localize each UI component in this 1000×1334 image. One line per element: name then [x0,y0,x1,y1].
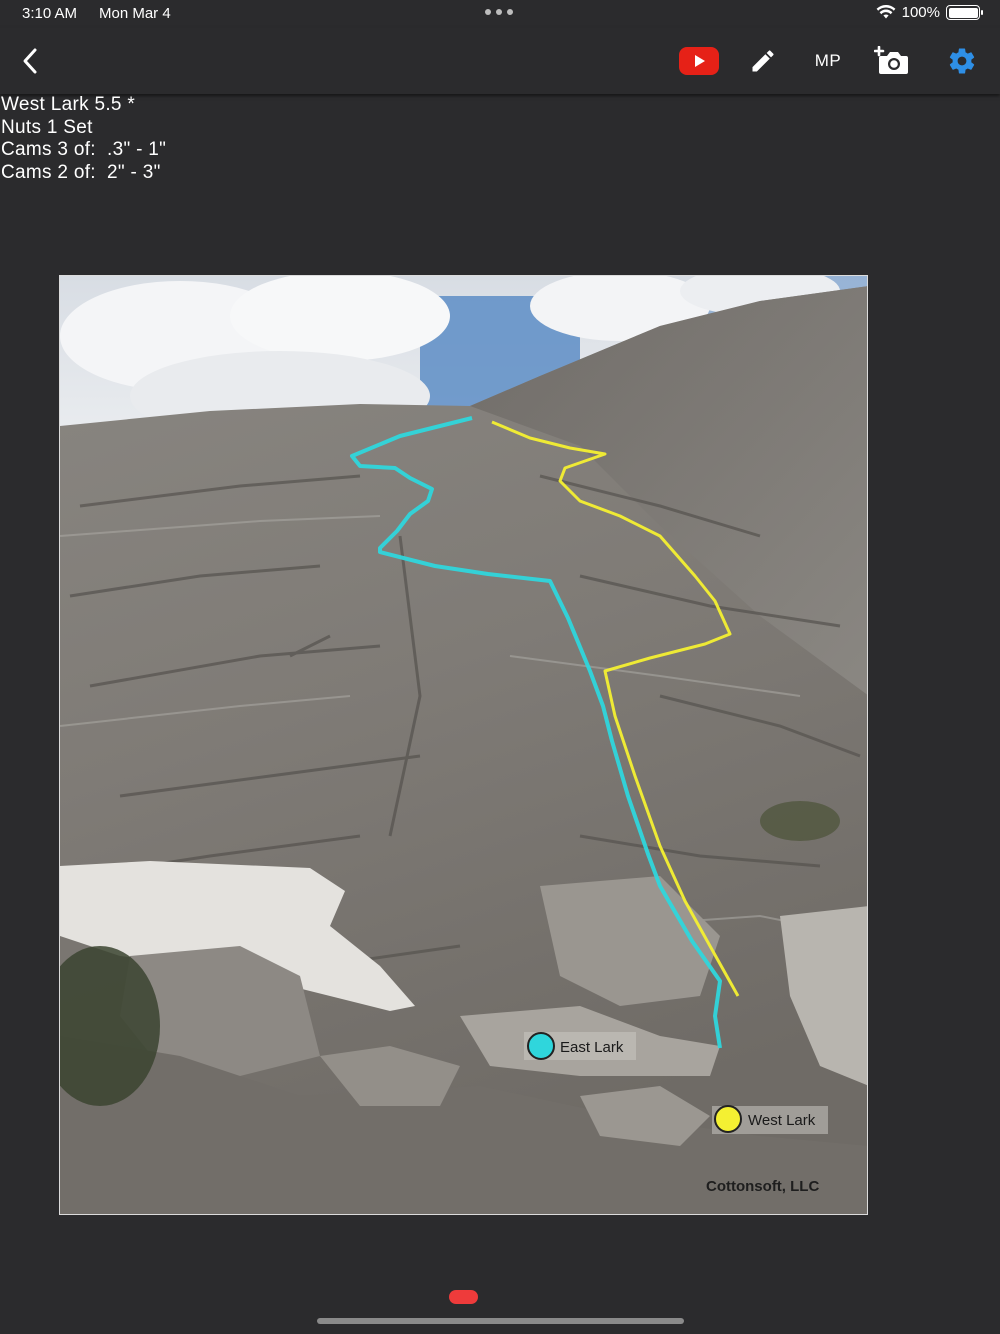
route-notes: West Lark 5.5 * Nuts 1 Set Cams 3 of: .3… [1,94,401,184]
west-lark-marker-icon [714,1105,742,1133]
battery-icon [946,5,983,20]
back-button[interactable] [12,42,48,80]
add-photo-button[interactable] [872,42,912,80]
edit-button[interactable] [746,42,780,80]
wifi-icon [876,5,896,19]
battery-percent: 100% [901,4,940,21]
status-date: Mon Mar 4 [99,5,171,22]
gear-icon [949,48,975,74]
topo-photo[interactable]: East Lark West Lark Cottonsoft, LLC [59,275,868,1215]
add-photo-icon [874,46,908,74]
legend-west-lark: West Lark [712,1105,828,1134]
youtube-play-icon [679,47,719,75]
gear-cams-large: Cams 2 of: 2" - 3" [1,161,161,183]
toolbar: MP [0,28,1000,94]
status-right: 100% [876,4,983,21]
mountain-project-button[interactable]: MP [806,42,850,80]
pencil-icon [752,50,774,72]
status-time: 3:10 AM [22,5,78,22]
record-button[interactable] [449,1290,478,1304]
west-lark-label: West Lark [748,1112,816,1129]
youtube-button[interactable] [678,42,720,80]
gear-nuts: Nuts 1 Set [1,116,93,138]
topo-image: East Lark West Lark Cottonsoft, LLC [60,276,867,1214]
watermark: Cottonsoft, LLC [706,1178,819,1195]
east-lark-marker-icon [527,1032,555,1060]
gear-cams-small: Cams 3 of: .3" - 1" [1,139,167,160]
chevron-left-icon [23,48,37,74]
legend-east-lark: East Lark [524,1032,636,1060]
status-bar: 3:10 AM Mon Mar 4 100% [0,0,1000,28]
home-indicator[interactable] [317,1318,684,1324]
route-title: West Lark 5.5 * [1,94,136,115]
settings-button[interactable] [942,42,982,80]
east-lark-label: East Lark [560,1039,624,1056]
multitasking-dots-icon[interactable] [485,9,513,15]
